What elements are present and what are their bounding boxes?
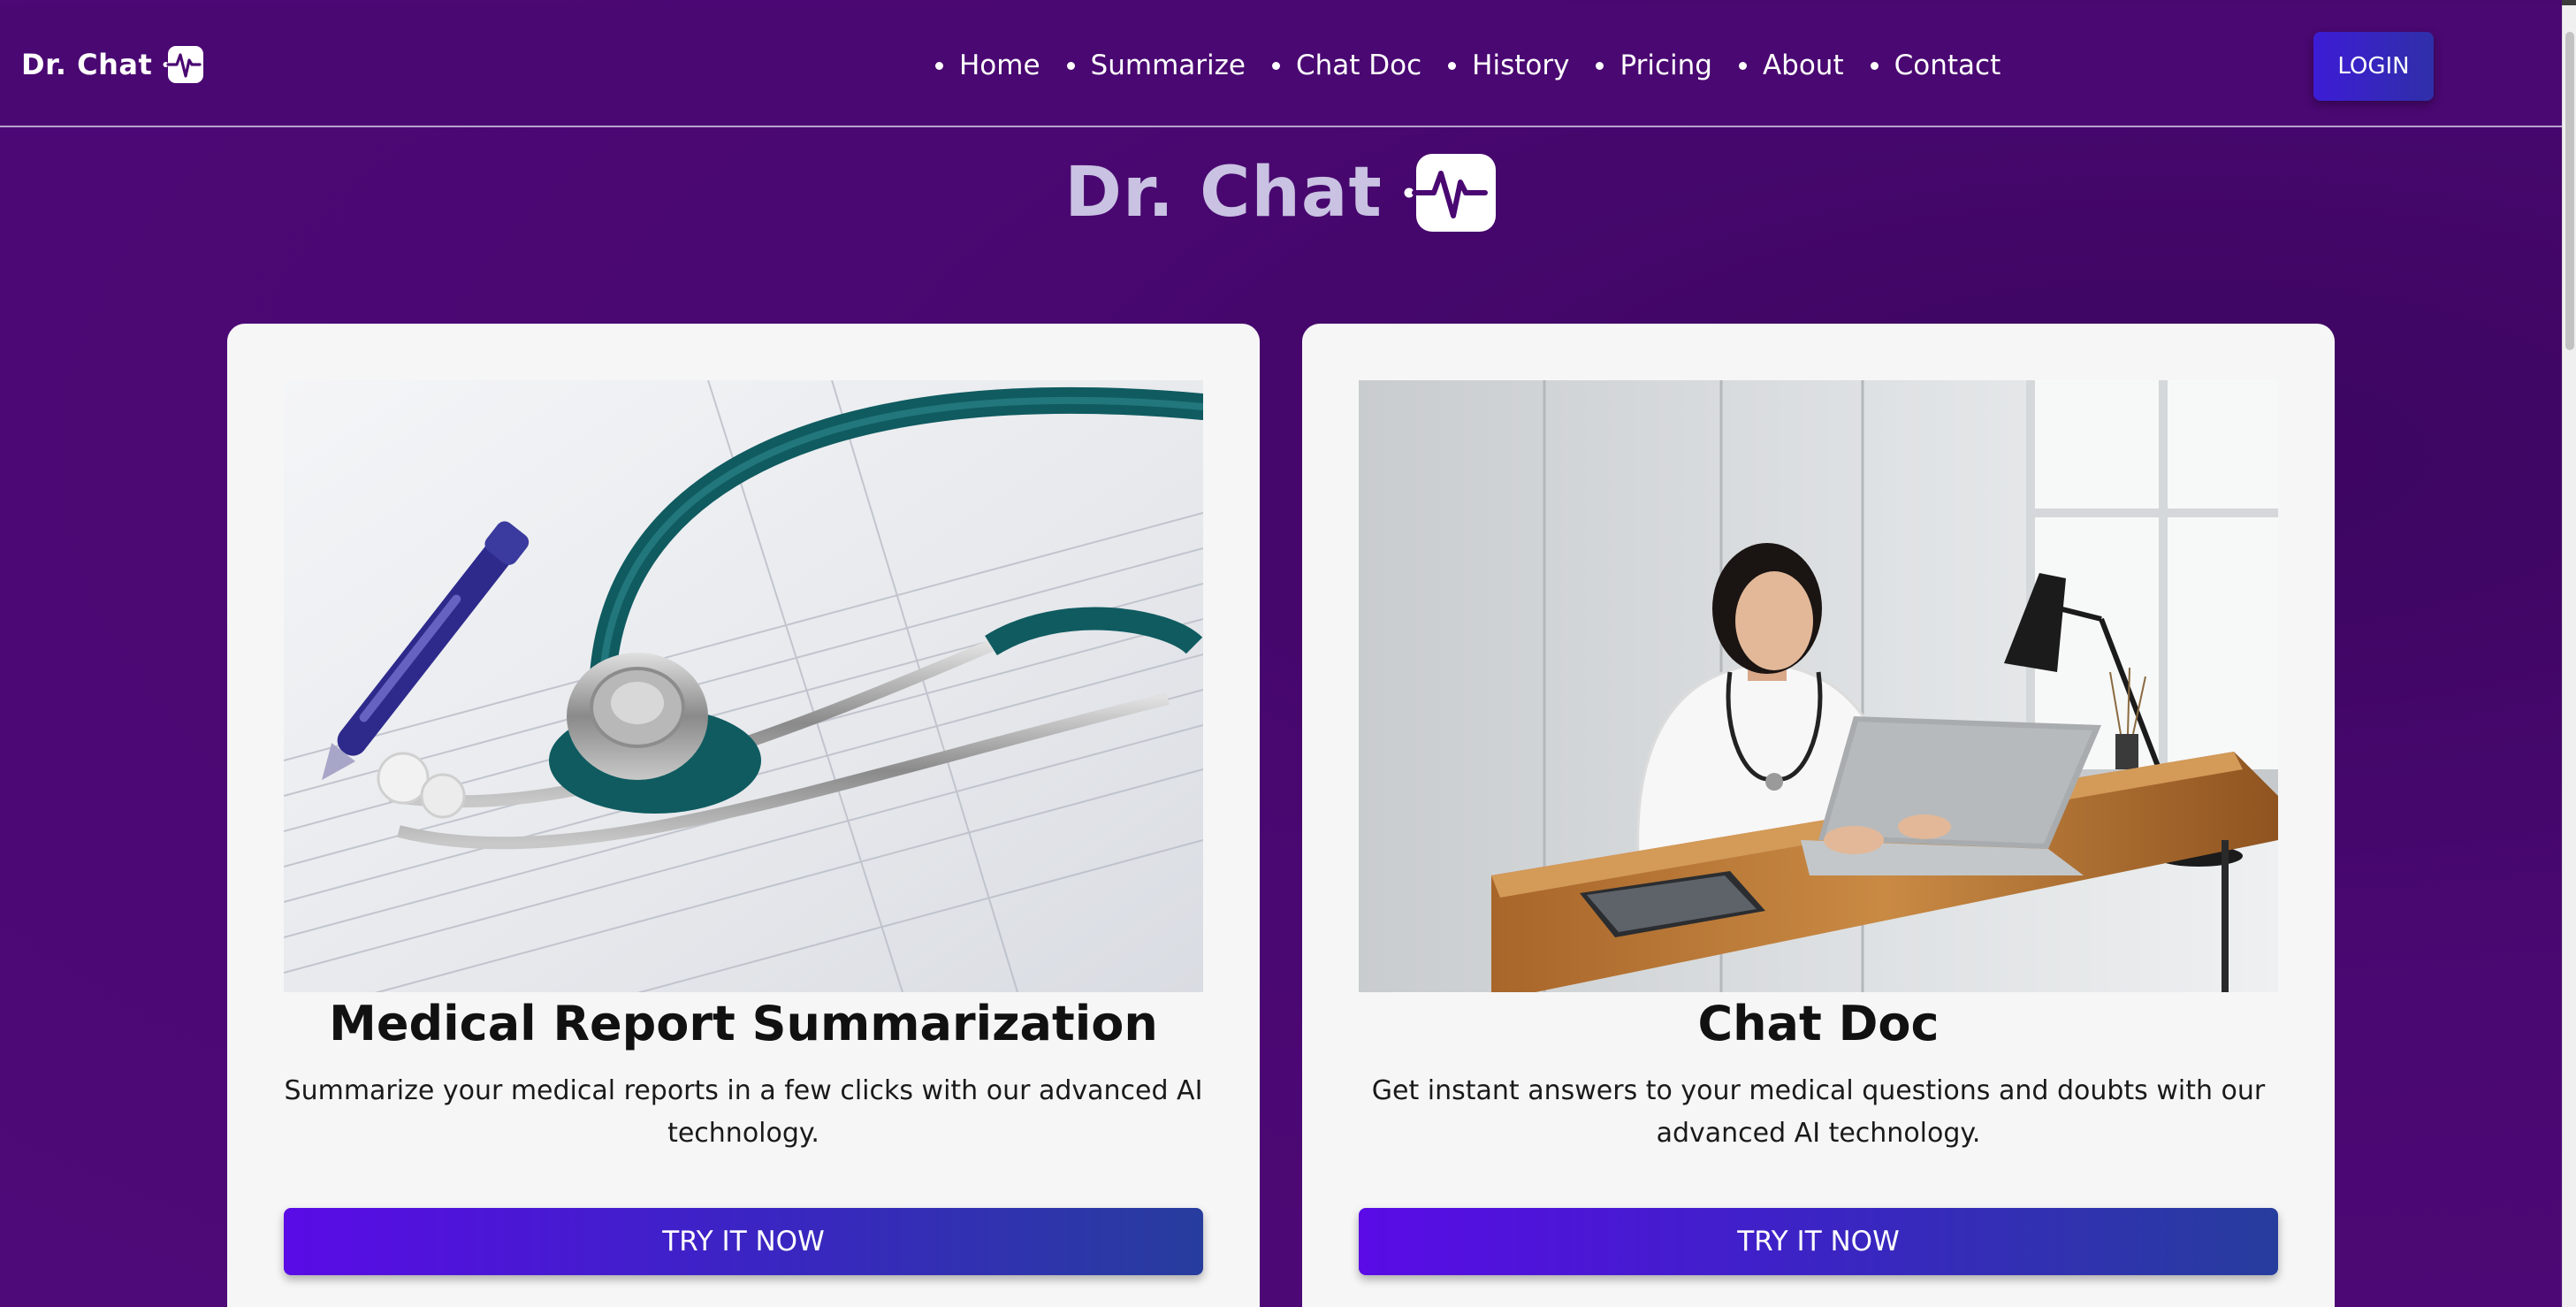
feature-card-chat-doc: Chat Doc Get instant answers to your med…	[1302, 324, 2335, 1307]
card-description: Summarize your medical reports in a few …	[284, 1075, 1203, 1149]
try-it-now-button[interactable]: TRY IT NOW	[284, 1208, 1203, 1275]
nav-item-chat-doc[interactable]: Chat Doc	[1271, 50, 1422, 81]
bullet	[1596, 61, 1604, 70]
vertical-scrollbar[interactable]	[2562, 5, 2576, 1307]
doctor-using-laptop-photo	[1359, 380, 2278, 992]
brand[interactable]: Dr. Chat	[21, 44, 205, 85]
card-title: Chat Doc	[1697, 996, 1940, 1051]
card-description: Get instant answers to your medical ques…	[1371, 1075, 2266, 1149]
scrollbar-thumb[interactable]	[2565, 32, 2574, 350]
bullet	[1738, 61, 1747, 70]
nav-label: Chat Doc	[1295, 50, 1422, 81]
login-button[interactable]: LOGIN	[2313, 32, 2434, 101]
nav-item-about[interactable]: About	[1738, 50, 1844, 81]
bullet	[1870, 61, 1879, 70]
bullet	[935, 61, 943, 70]
nav-label: Home	[959, 50, 1040, 81]
nav-item-home[interactable]: Home	[935, 50, 1040, 81]
bullet	[1271, 61, 1280, 70]
bullet	[1448, 61, 1457, 70]
nav-item-pricing[interactable]: Pricing	[1596, 50, 1712, 81]
stethoscope-on-medical-form-photo	[284, 380, 1203, 992]
try-it-now-button[interactable]: TRY IT NOW	[1359, 1208, 2278, 1275]
nav-label: History	[1472, 50, 1570, 81]
nav-item-history[interactable]: History	[1448, 50, 1569, 81]
nav-label: Summarize	[1090, 50, 1246, 81]
bullet	[1066, 61, 1075, 70]
hero-title: Dr. Chat	[1064, 153, 1383, 233]
nav-item-summarize[interactable]: Summarize	[1066, 50, 1246, 81]
nav-label: Pricing	[1620, 50, 1712, 81]
hero: Dr. Chat	[0, 150, 2562, 235]
brand-name: Dr. Chat	[21, 48, 153, 81]
nav-item-contact[interactable]: Contact	[1870, 50, 2001, 81]
feature-card-summarization: Medical Report Summarization Summarize y…	[227, 324, 1260, 1307]
card-title: Medical Report Summarization	[329, 996, 1158, 1051]
heartbeat-icon	[163, 46, 204, 83]
heartbeat-icon	[1404, 154, 1496, 232]
navbar: Dr. Chat Home Summarize Chat Doc History…	[0, 5, 2562, 127]
nav-label: About	[1762, 50, 1844, 81]
nav-label: Contact	[1894, 50, 2001, 81]
page: Dr. Chat Home Summarize Chat Doc History…	[0, 0, 2562, 1307]
main-nav: Home Summarize Chat Doc History Pricing …	[935, 50, 2027, 81]
